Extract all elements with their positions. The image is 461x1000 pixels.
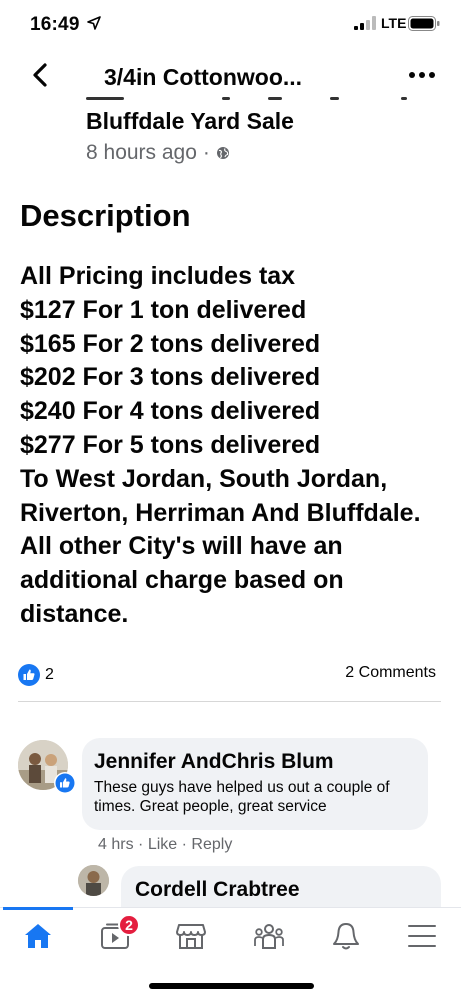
like-count: 2 <box>45 666 54 683</box>
page-title: 3/4in Cottonwoo... <box>104 64 303 90</box>
like-reaction-icon <box>54 772 76 794</box>
globe-icon <box>216 147 229 159</box>
comment-reply-button[interactable]: Reply <box>191 836 232 853</box>
page-header: 3/4in Cottonwoo... <box>0 50 461 102</box>
tab-notifications[interactable] <box>326 918 366 954</box>
menu-icon <box>408 925 436 947</box>
meta-separator: · <box>202 141 210 164</box>
status-bar: 16:49 LTE <box>0 0 461 50</box>
marketplace-icon <box>176 924 206 949</box>
signal-icon <box>354 16 376 30</box>
comment-author[interactable]: Jennifer AndChris Blum <box>94 750 416 774</box>
like-reaction-icon <box>18 664 40 686</box>
active-tab-indicator <box>3 907 73 910</box>
description-line: $127 For 1 ton delivered <box>20 295 307 324</box>
description-line: $277 For 5 tons delivered <box>20 430 321 459</box>
description-line: To West Jordan, South Jordan, Riverton, … <box>20 464 421 628</box>
post-meta: 8 hours ago · <box>86 141 230 165</box>
bell-icon <box>333 923 359 950</box>
description-line: $165 For 2 tons delivered <box>20 329 321 358</box>
comment-actions: 4 hrs · Like · Reply <box>98 836 232 854</box>
action-separator: · <box>138 836 148 853</box>
home-indicator[interactable] <box>149 983 314 989</box>
comment-like-button[interactable]: Like <box>148 836 177 853</box>
tab-groups[interactable] <box>249 918 289 954</box>
divider <box>18 701 441 702</box>
cropped-text-fragment <box>401 97 407 100</box>
comment-text: These guys have helped us out a couple o… <box>94 779 390 815</box>
network-label: LTE <box>381 15 407 31</box>
cropped-text-fragment <box>330 97 339 100</box>
comment-bubble[interactable]: Jennifer AndChris Blum These guys have h… <box>82 738 428 830</box>
tab-marketplace[interactable] <box>171 918 211 954</box>
action-separator: · <box>181 836 192 853</box>
chevron-left-icon[interactable] <box>26 60 56 90</box>
description-body: All Pricing includes tax $127 For 1 ton … <box>20 260 445 632</box>
groups-icon <box>254 924 284 949</box>
tab-home[interactable] <box>18 918 58 954</box>
cropped-text-fragment <box>268 97 282 100</box>
comments-count[interactable]: 2 Comments <box>345 664 436 682</box>
group-name[interactable]: Bluffdale Yard Sale <box>86 108 294 135</box>
tab-menu[interactable] <box>402 918 442 954</box>
more-horizontal-icon[interactable] <box>405 62 439 88</box>
post-time[interactable]: 8 hours ago <box>86 141 197 165</box>
status-time: 16:49 <box>30 14 80 35</box>
description-line: $202 For 3 tons delivered <box>20 363 321 392</box>
avatar-photo <box>78 865 109 896</box>
description-heading: Description <box>20 198 191 233</box>
description-line: $240 For 4 tons delivered <box>20 397 321 426</box>
comment-author[interactable]: Cordell Crabtree <box>135 878 429 902</box>
description-line: All Pricing includes tax <box>20 262 296 290</box>
home-icon <box>25 924 51 948</box>
avatar[interactable] <box>78 865 109 896</box>
cropped-text-fragment <box>86 97 124 100</box>
notification-badge: 2 <box>118 914 140 936</box>
cropped-text-fragment <box>222 97 230 100</box>
reactions-summary[interactable]: 2 <box>18 664 54 686</box>
battery-icon <box>408 16 440 31</box>
comment-time: 4 hrs <box>98 836 134 853</box>
location-arrow-icon <box>87 16 101 30</box>
